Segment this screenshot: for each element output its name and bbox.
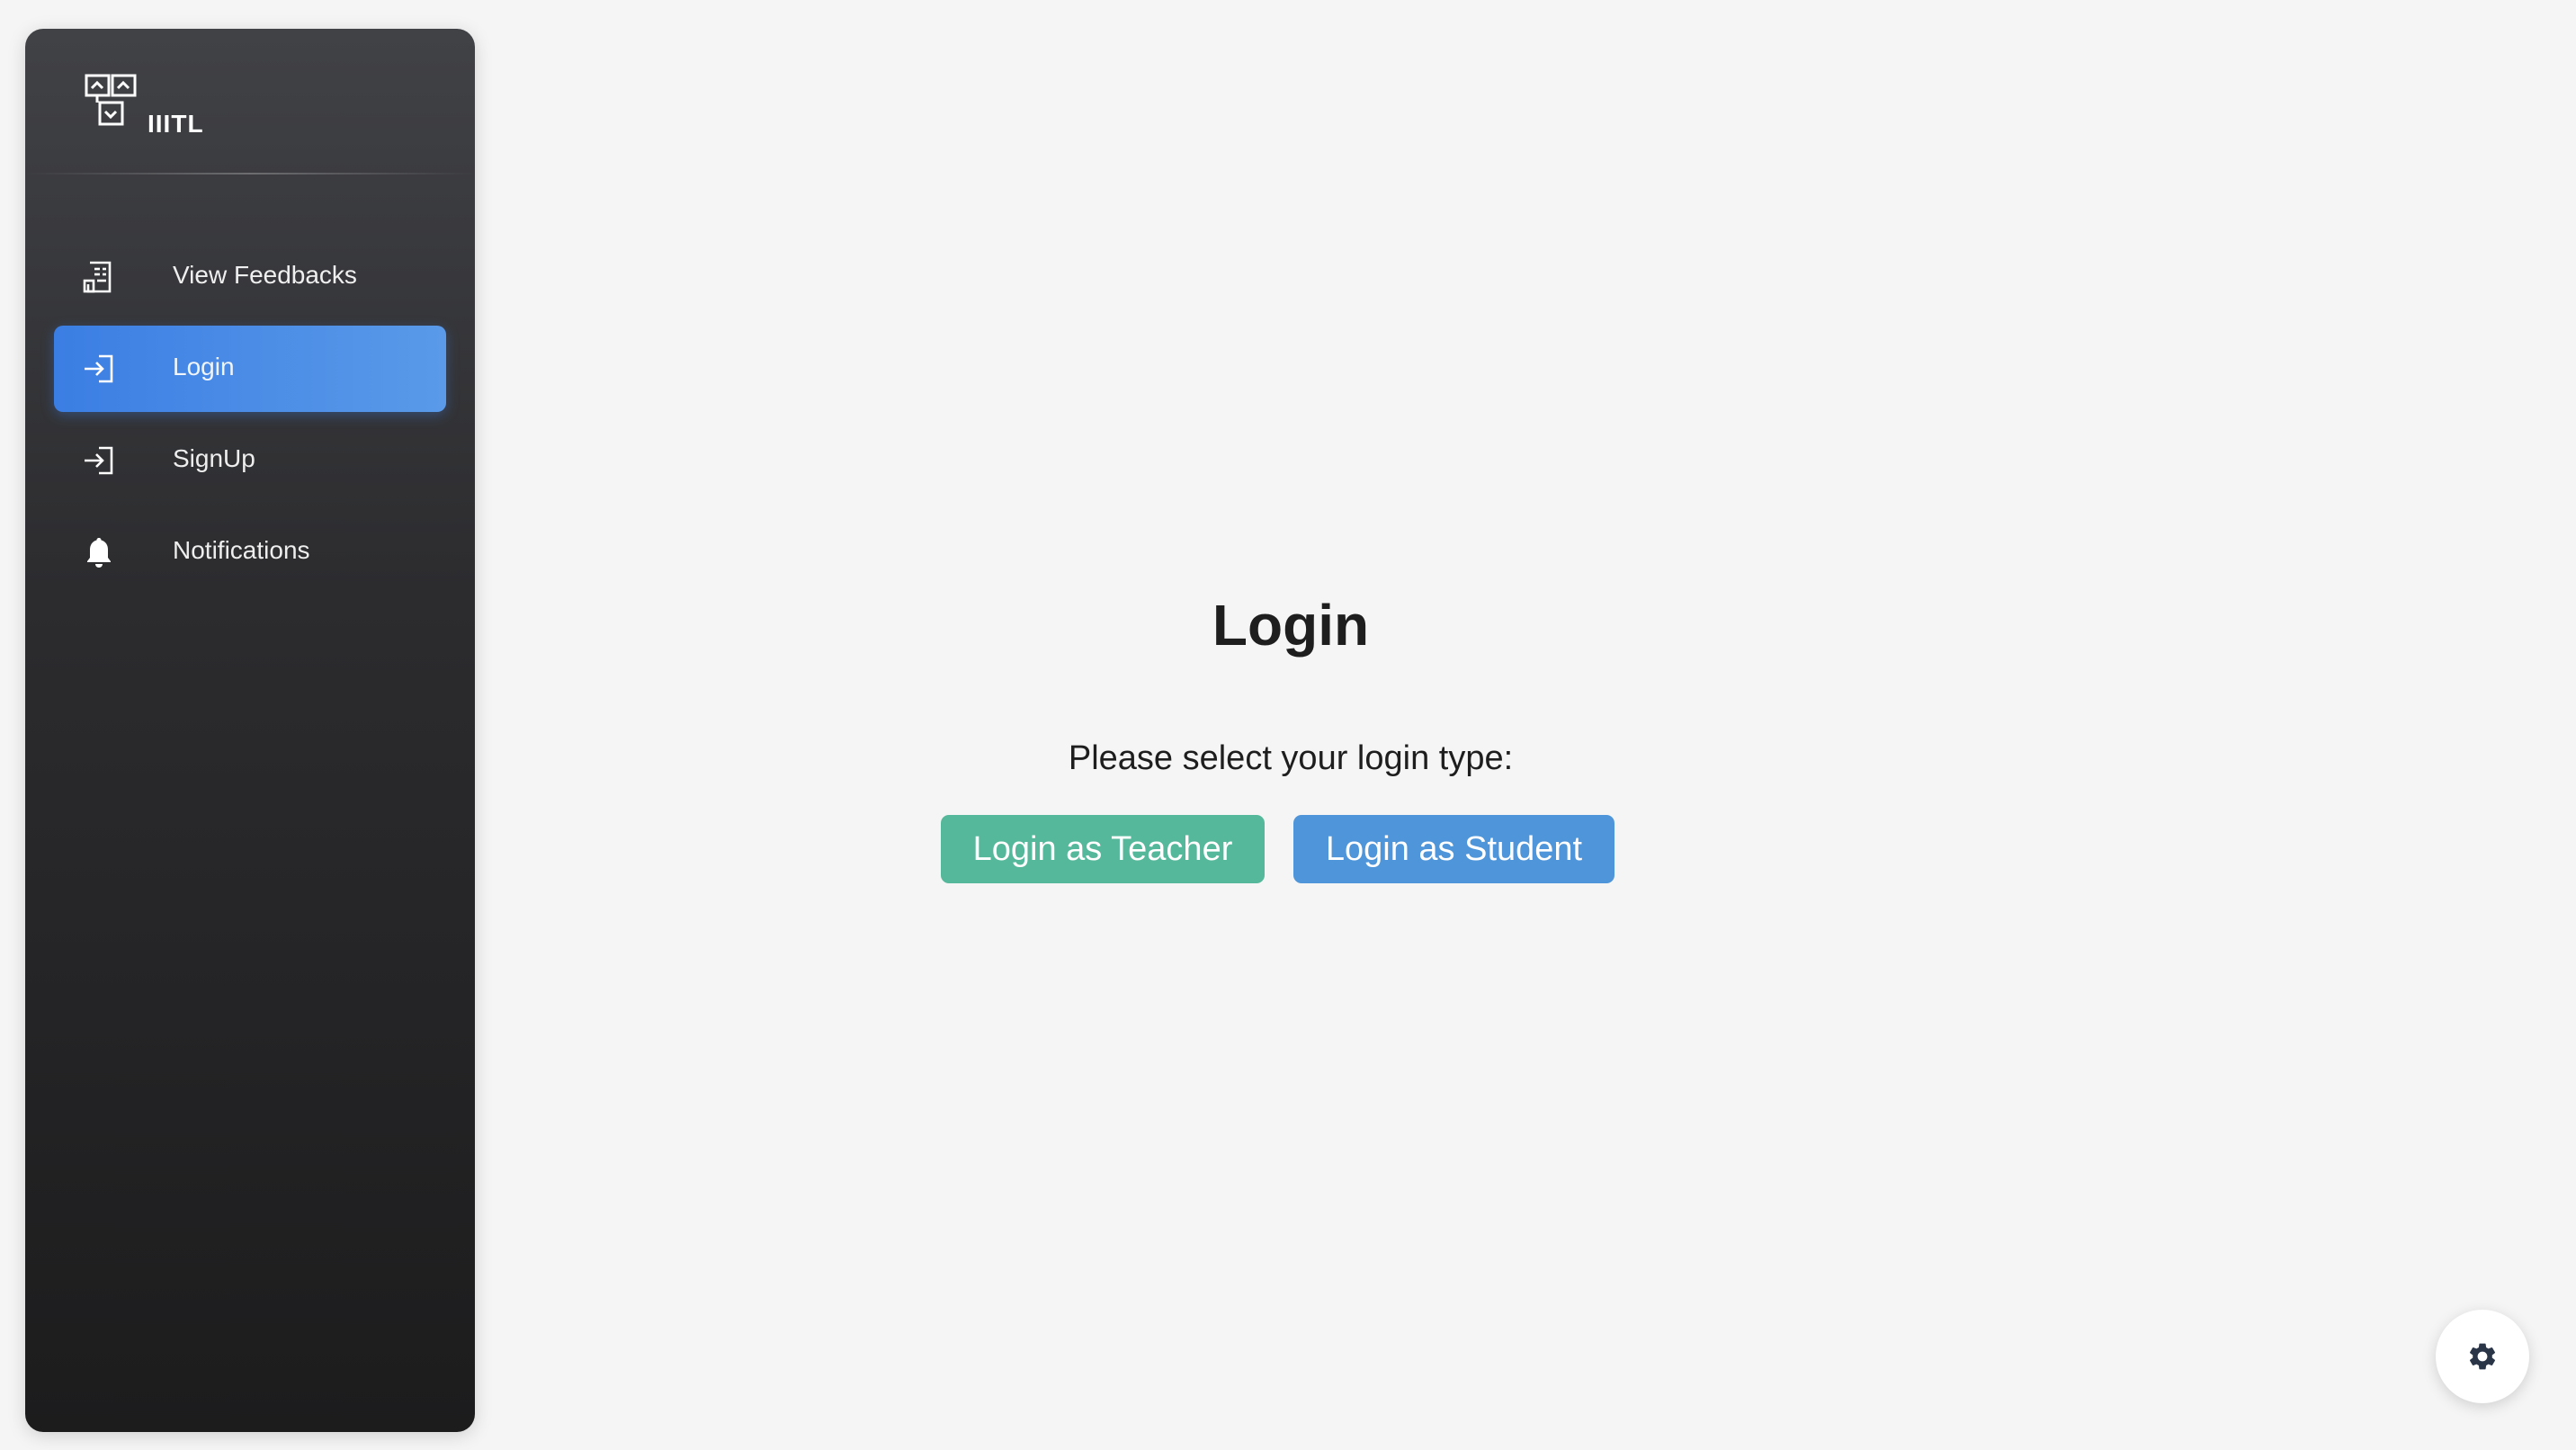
logo-flowchart-icon [85, 74, 137, 126]
receipt-icon [83, 261, 112, 293]
sidebar-item-label: Notifications [173, 536, 310, 564]
page-title: Login [1212, 593, 1370, 658]
login-type-prompt: Please select your login type: [1068, 739, 1514, 777]
login-arrow-icon [85, 354, 113, 383]
sidebar-item-notifications[interactable]: Notifications [54, 509, 446, 595]
login-as-student-button[interactable]: Login as Student [1293, 815, 1614, 883]
brand-divider [25, 173, 475, 175]
sidebar-item-view-feedbacks[interactable]: View Feedbacks [54, 234, 446, 320]
page: IIITL View Feedbacks Login SignUp Notifi… [0, 0, 2576, 1450]
brand[interactable]: IIITL [25, 29, 475, 173]
login-as-teacher-button[interactable]: Login as Teacher [941, 815, 1265, 883]
sidebar-item-label: Login [173, 353, 235, 380]
bell-icon [87, 538, 111, 568]
sidebar-item-label: SignUp [173, 444, 255, 472]
gear-icon [2469, 1343, 2496, 1370]
sidebar-item-label: View Feedbacks [173, 261, 357, 289]
sidebar-item-signup[interactable]: SignUp [54, 417, 446, 504]
brand-name: IIITL [148, 110, 204, 138]
sidebar: IIITL View Feedbacks Login SignUp Notifi… [25, 29, 475, 1432]
sidebar-nav: View Feedbacks Login SignUp Notification… [54, 234, 446, 601]
settings-button[interactable] [2436, 1310, 2529, 1403]
sidebar-item-login[interactable]: Login [54, 326, 446, 412]
login-arrow-icon [85, 446, 113, 475]
